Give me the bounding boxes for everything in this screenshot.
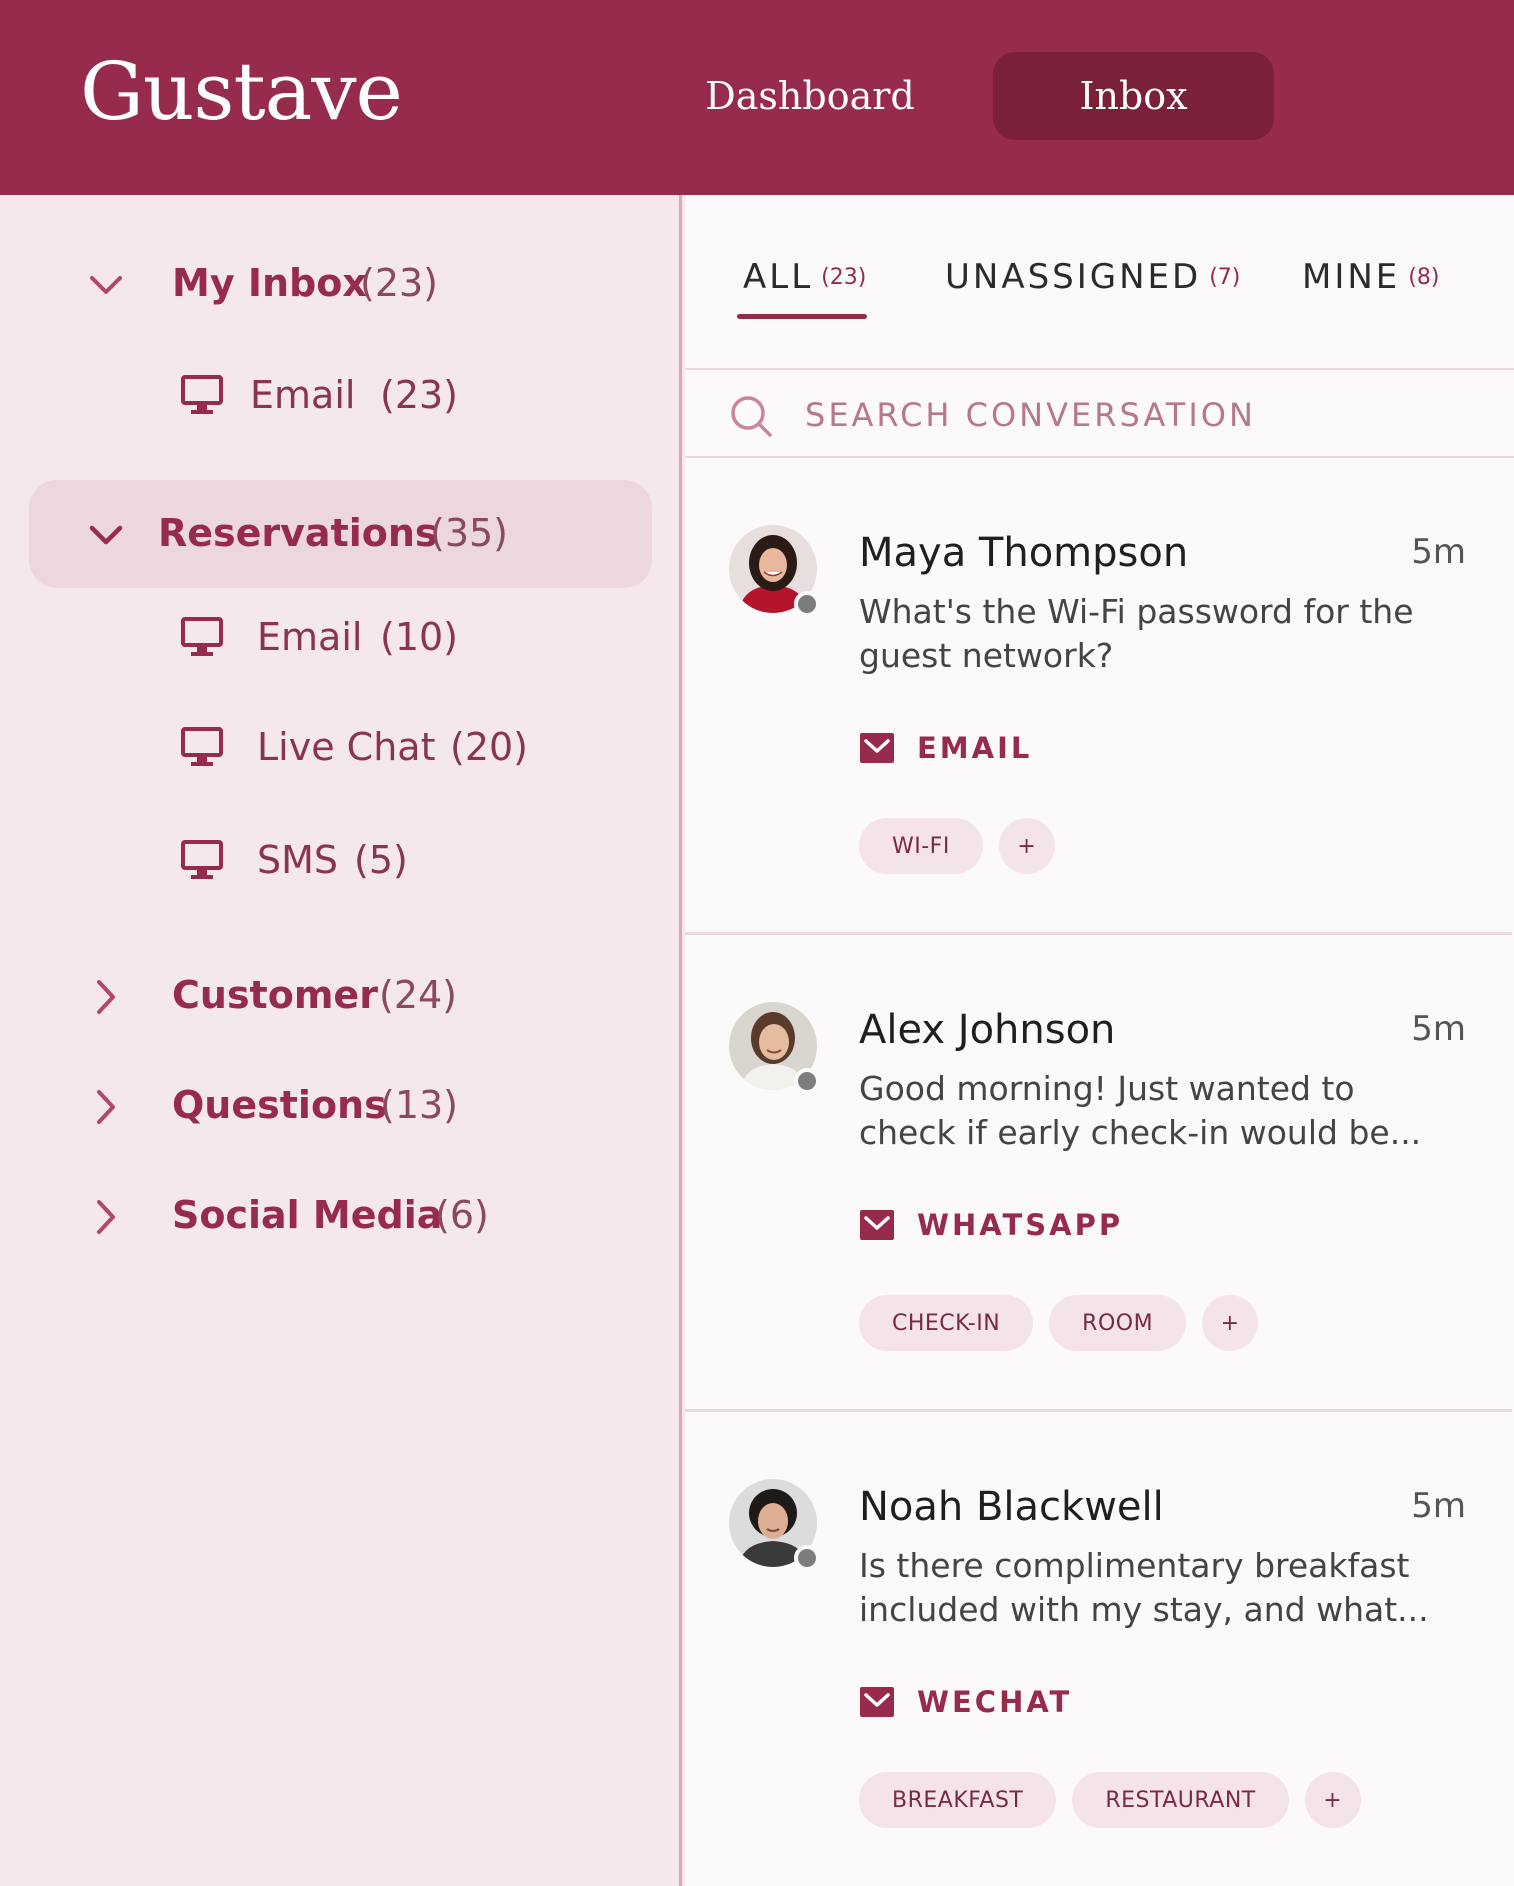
sidebar-item-reservations-live-chat[interactable]: Live Chat (20) [0, 717, 682, 777]
active-tab-indicator [737, 314, 867, 319]
sidebar-group-customer[interactable]: Customer (24) [0, 967, 682, 1027]
contact-name: Alex Johnson [859, 1007, 1116, 1053]
monitor-icon [181, 617, 223, 656]
add-tag-button[interactable]: + [998, 818, 1055, 874]
monitor-icon [181, 727, 223, 766]
tag-list: WI-FI + [859, 818, 1055, 874]
conversation-tabs: ALL (23) UNASSIGNED (7) MINE (8) [685, 195, 1514, 370]
tag-list: BREAKFAST RESTAURANT + [859, 1772, 1361, 1828]
tab-count: (8) [1408, 265, 1440, 290]
search-input[interactable] [805, 390, 1485, 440]
search-icon [731, 396, 772, 437]
sidebar-item-count: (10) [380, 615, 459, 659]
sidebar-item-label: Live Chat [257, 725, 436, 769]
sidebar-group-social-media[interactable]: Social Media (6) [0, 1187, 682, 1247]
search-bar [685, 372, 1514, 458]
sidebar-item-label: SMS [257, 838, 339, 882]
tab-label: ALL [743, 257, 814, 297]
timestamp: 5m [1411, 1486, 1466, 1526]
channel-label: WHATSAPP [917, 1208, 1124, 1242]
channel-indicator: WHATSAPP [859, 1205, 1123, 1245]
chevron-down-icon[interactable] [86, 265, 126, 305]
sidebar-group-label: My Inbox [172, 261, 367, 305]
sidebar-item-label: Email [257, 615, 363, 659]
status-dot [794, 1068, 820, 1094]
conversation-item[interactable]: Maya Thompson 5m What's the Wi-Fi passwo… [685, 460, 1512, 935]
sidebar-group-count: (35) [430, 511, 509, 555]
sidebar-item-reservations-sms[interactable]: SMS (5) [0, 830, 682, 890]
contact-name: Noah Blackwell [859, 1484, 1164, 1530]
sidebar-group-count: (23) [360, 261, 439, 305]
sidebar-group-count: (13) [380, 1083, 459, 1127]
sidebar-group-label: Social Media [172, 1193, 443, 1237]
tag-chip[interactable]: RESTAURANT [1072, 1772, 1289, 1828]
contact-name: Maya Thompson [859, 530, 1189, 576]
tab-mine[interactable]: MINE (8) [1302, 257, 1439, 297]
tag-chip[interactable]: ROOM [1049, 1295, 1187, 1351]
status-dot [794, 1545, 820, 1571]
tab-all[interactable]: ALL (23) [743, 257, 866, 297]
channel-indicator: EMAIL [859, 728, 1032, 768]
envelope-icon [860, 733, 894, 763]
sidebar-group-questions[interactable]: Questions (13) [0, 1077, 682, 1137]
add-tag-button[interactable]: + [1202, 1295, 1259, 1351]
tab-label: MINE [1302, 257, 1401, 297]
tag-chip[interactable]: CHECK-IN [859, 1295, 1034, 1351]
sidebar-item-count: (23) [380, 373, 459, 417]
channel-label: WECHAT [917, 1685, 1073, 1719]
chevron-down-icon[interactable] [86, 515, 126, 555]
sidebar-item-count: (20) [450, 725, 529, 769]
tab-unassigned[interactable]: UNASSIGNED (7) [945, 257, 1240, 297]
conversation-item[interactable]: Alex Johnson 5m Good morning! Just wante… [685, 937, 1512, 1412]
tag-chip[interactable]: WI-FI [859, 818, 983, 874]
tab-count: (23) [821, 265, 867, 290]
sidebar-item-reservations-email[interactable]: Email (10) [0, 607, 682, 667]
envelope-icon [860, 1210, 894, 1240]
message-preview: Good morning! Just wanted to check if ea… [859, 1069, 1422, 1152]
sidebar-group-reservations[interactable]: Reservations (35) [0, 505, 682, 565]
channel-indicator: WECHAT [859, 1682, 1072, 1722]
timestamp: 5m [1411, 1009, 1466, 1049]
monitor-icon [181, 375, 223, 414]
sidebar-group-label: Reservations [158, 511, 438, 555]
chevron-right-icon[interactable] [86, 1197, 126, 1237]
nav-inbox[interactable]: Inbox [993, 52, 1274, 140]
sidebar: My Inbox (23) Email (23) Reservations (3… [0, 195, 682, 1886]
tab-count: (7) [1209, 265, 1241, 290]
message-preview: Is there complimentary breakfast include… [859, 1546, 1429, 1629]
sidebar-item-my-inbox-email[interactable]: Email (23) [0, 365, 682, 425]
channel-label: EMAIL [917, 731, 1033, 765]
sidebar-group-count: (6) [435, 1193, 489, 1237]
conversation-item[interactable]: Noah Blackwell 5m Is there complimentary… [685, 1414, 1512, 1886]
top-header: Gustave Dashboard Inbox [0, 0, 1514, 195]
status-dot [794, 591, 820, 617]
monitor-icon [181, 840, 223, 879]
sidebar-group-my-inbox[interactable]: My Inbox (23) [0, 255, 682, 315]
message-preview: What's the Wi-Fi password for the guest … [859, 592, 1414, 675]
tag-list: CHECK-IN ROOM + [859, 1295, 1259, 1351]
sidebar-group-label: Questions [172, 1083, 387, 1127]
nav-dashboard[interactable]: Dashboard [700, 52, 920, 140]
envelope-icon [860, 1687, 894, 1717]
add-tag-button[interactable]: + [1304, 1772, 1361, 1828]
conversation-panel: ALL (23) UNASSIGNED (7) MINE (8) Maya Thomp… [685, 195, 1514, 1886]
sidebar-group-label: Customer [172, 973, 378, 1017]
app-logo[interactable]: Gustave [80, 52, 403, 132]
chevron-right-icon[interactable] [86, 1087, 126, 1127]
timestamp: 5m [1411, 532, 1466, 572]
sidebar-item-count: (5) [354, 838, 408, 882]
sidebar-group-count: (24) [379, 973, 458, 1017]
sidebar-item-label: Email [250, 373, 356, 417]
tag-chip[interactable]: BREAKFAST [859, 1772, 1057, 1828]
tab-label: UNASSIGNED [945, 257, 1202, 297]
chevron-right-icon[interactable] [86, 977, 126, 1017]
